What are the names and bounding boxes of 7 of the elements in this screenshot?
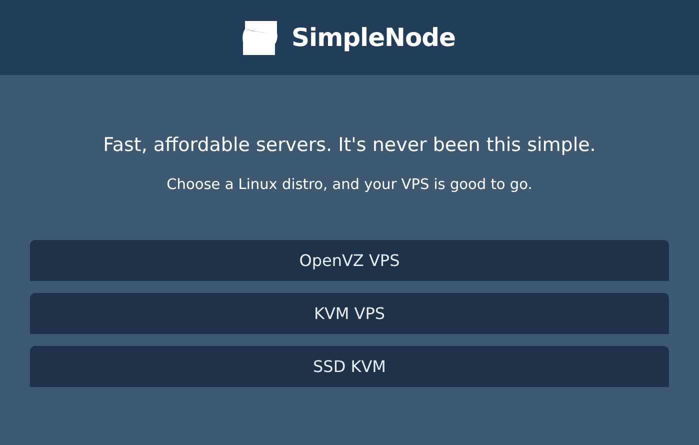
- hero-title: Fast, affordable servers. It's never been this simple.: [103, 133, 596, 157]
- plan-button[interactable]: SSD KVM: [30, 346, 669, 387]
- brand-name: SimpleNode: [292, 22, 456, 54]
- hero-subtitle: Choose a Linux distro, and your VPS is good to go.: [166, 176, 532, 195]
- logo-icon: [242, 20, 278, 54]
- plan-button[interactable]: OpenVZ VPS: [30, 240, 669, 281]
- plan-button[interactable]: KVM VPS: [30, 293, 669, 334]
